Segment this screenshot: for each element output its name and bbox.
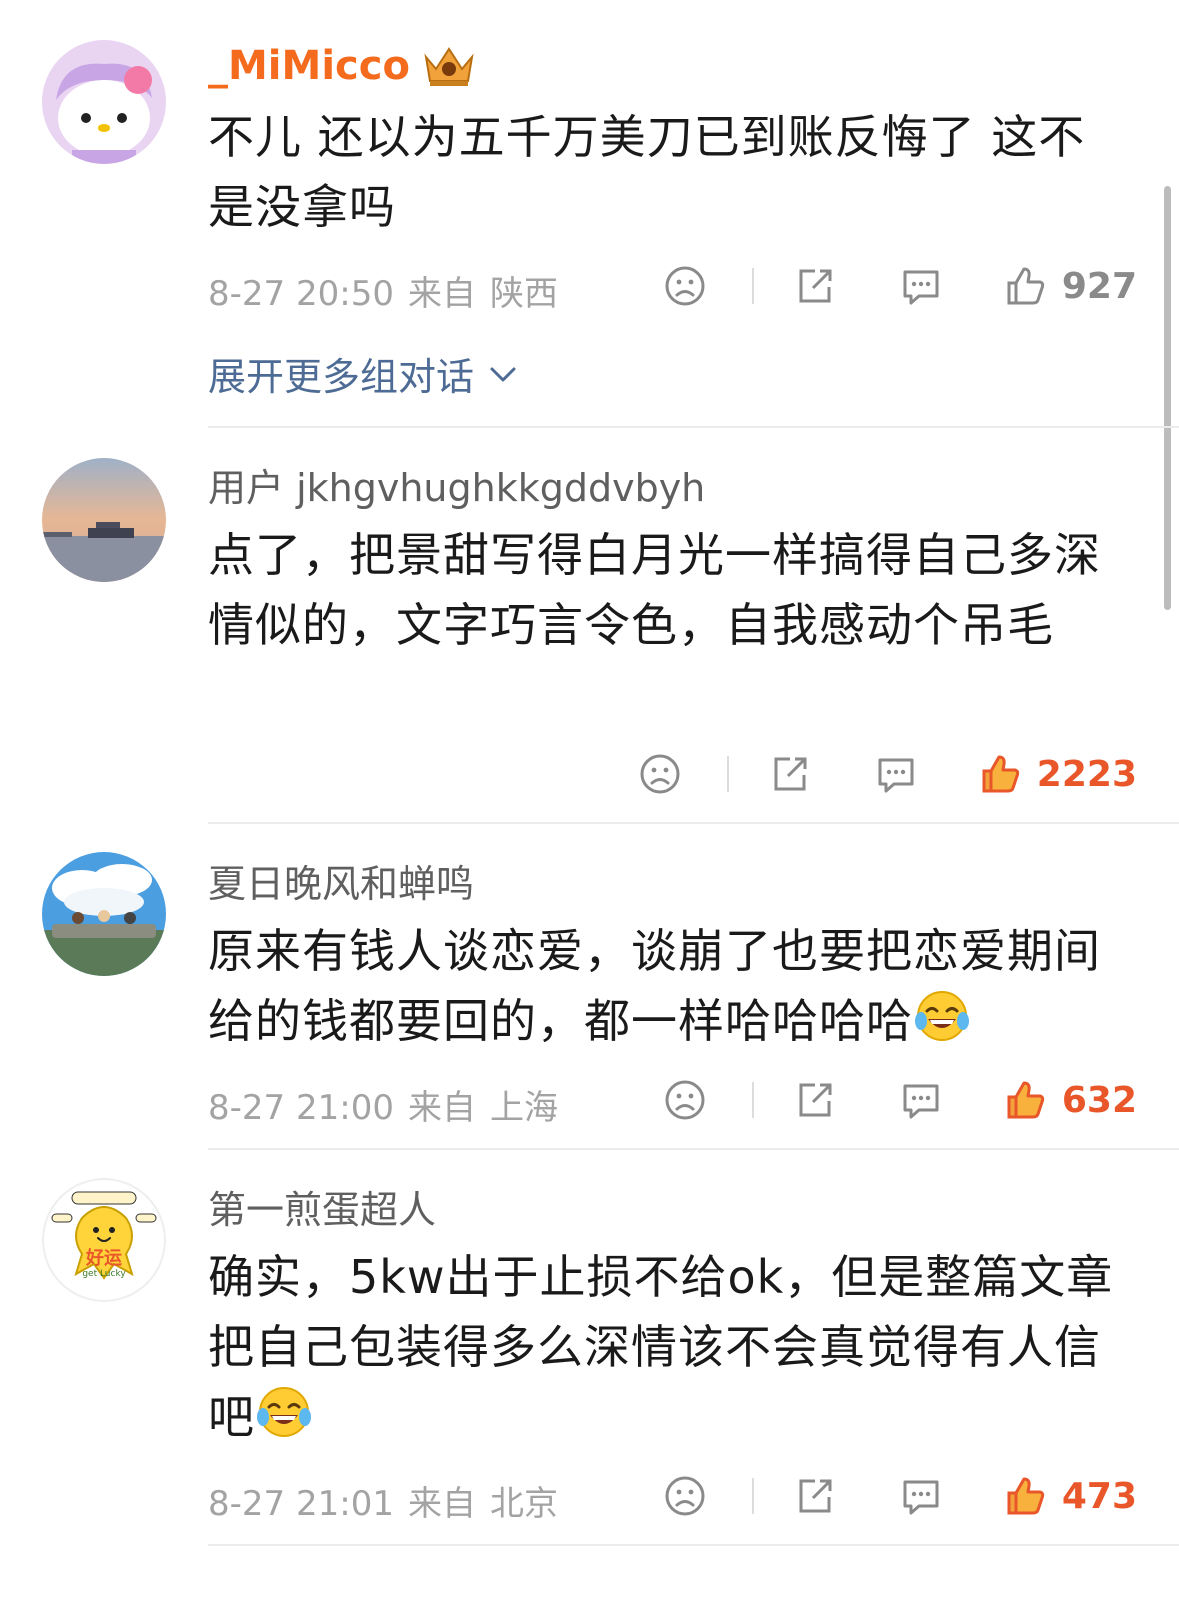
- user-row: 夏日晚风和蝉鸣: [208, 852, 474, 908]
- comment-actions: 927: [662, 256, 1137, 316]
- comment-text: 不儿 还以为五千万美刀已到账反悔了 这不是没拿吗: [208, 110, 1086, 234]
- share-icon[interactable]: [792, 263, 838, 309]
- comment-icon[interactable]: [873, 751, 919, 797]
- sad-face-icon[interactable]: [662, 1077, 708, 1123]
- comment-actions: 632: [662, 1070, 1137, 1130]
- crown-badge-icon: [424, 47, 474, 86]
- user-row: 用户 jkhgvhughkkgddvbyh: [208, 456, 705, 512]
- laughing-tears-emoji: [915, 991, 969, 1041]
- comment-text: 原来有钱人谈恋爱，谈崩了也要把恋爱期间给的钱都要回的，都一样哈哈哈哈: [208, 916, 1128, 1056]
- divider: [208, 822, 1179, 824]
- avatar-text-main: 好运: [85, 1247, 122, 1269]
- divider: [208, 1148, 1179, 1150]
- comment-location: 北京: [489, 1484, 558, 1524]
- sad-face-icon[interactable]: [662, 1473, 708, 1519]
- share-icon[interactable]: [792, 1473, 838, 1519]
- comment-location: 上海: [489, 1088, 558, 1128]
- chevron-down-icon: [490, 367, 516, 381]
- comment-date: 8-27 21:00: [208, 1088, 394, 1128]
- comment-actions: 2223: [637, 744, 1137, 804]
- share-icon[interactable]: [792, 1077, 838, 1123]
- avatar[interactable]: [42, 40, 166, 164]
- divider: [751, 268, 754, 304]
- comment-from: 来自: [407, 274, 476, 314]
- username[interactable]: _MiMicco: [208, 43, 410, 89]
- like-count: 473: [1061, 1475, 1137, 1517]
- username[interactable]: 用户 jkhgvhughkkgddvbyh: [208, 457, 705, 512]
- like-count: 927: [1061, 265, 1137, 307]
- avatar-text-sub: get Lucky: [82, 1269, 126, 1279]
- username[interactable]: 第一煎蛋超人: [208, 1179, 436, 1234]
- expand-label: 展开更多组对话: [208, 355, 475, 399]
- comment-actions: 473: [662, 1466, 1137, 1526]
- comment-meta: 8-27 21:00 来自 上海: [208, 1080, 558, 1129]
- divider: [751, 1082, 754, 1118]
- divider: [726, 756, 729, 792]
- comment-from: 来自: [407, 1484, 476, 1524]
- comment-icon[interactable]: [898, 1077, 944, 1123]
- avatar[interactable]: 好运 get Lucky: [42, 1178, 166, 1302]
- sad-face-icon[interactable]: [637, 751, 683, 797]
- comment-text-body: 确实，5kw出于止损不给ok，但是整篇文章把自己包装得多么深情该不会真觉得有人信…: [208, 1250, 1114, 1444]
- sad-face-icon[interactable]: [662, 263, 708, 309]
- comment-text: 确实，5kw出于止损不给ok，但是整篇文章把自己包装得多么深情该不会真觉得有人信…: [208, 1242, 1128, 1452]
- comment-date: 8-27 21:01: [208, 1484, 394, 1524]
- scrollbar[interactable]: [1164, 186, 1171, 610]
- avatar[interactable]: [42, 852, 166, 976]
- share-icon[interactable]: [767, 751, 813, 797]
- divider: [208, 1544, 1179, 1546]
- thumbs-up-icon[interactable]: [1002, 263, 1048, 309]
- comment-from: 来自: [407, 1088, 476, 1128]
- user-row: _MiMicco: [208, 38, 478, 94]
- username[interactable]: 夏日晚风和蝉鸣: [208, 853, 474, 908]
- comment-icon[interactable]: [898, 1473, 944, 1519]
- avatar[interactable]: [42, 458, 166, 582]
- comment-date: 8-27 20:50: [208, 274, 394, 314]
- thumbs-up-icon[interactable]: [977, 751, 1023, 797]
- comment-location: 陕西: [489, 274, 558, 314]
- thumbs-up-icon[interactable]: [1002, 1077, 1048, 1123]
- thumbs-up-icon[interactable]: [1002, 1473, 1048, 1519]
- user-row: 第一煎蛋超人: [208, 1178, 436, 1234]
- like-count: 632: [1061, 1079, 1137, 1121]
- expand-conversation-link[interactable]: 展开更多组对话: [208, 346, 520, 401]
- comment-meta: 8-27 21:01 来自 北京: [208, 1476, 558, 1525]
- divider: [751, 1478, 754, 1514]
- comment-meta: 8-27 20:50 来自 陕西: [208, 266, 558, 315]
- comment-text: 点了，把景甜写得白月光一样搞得自己多深情似的，文字巧言令色，自我感动个吊毛: [208, 528, 1101, 652]
- comment-icon[interactable]: [898, 263, 944, 309]
- like-count: 2223: [1036, 753, 1137, 795]
- divider: [208, 426, 1179, 428]
- laughing-tears-emoji: [257, 1387, 311, 1437]
